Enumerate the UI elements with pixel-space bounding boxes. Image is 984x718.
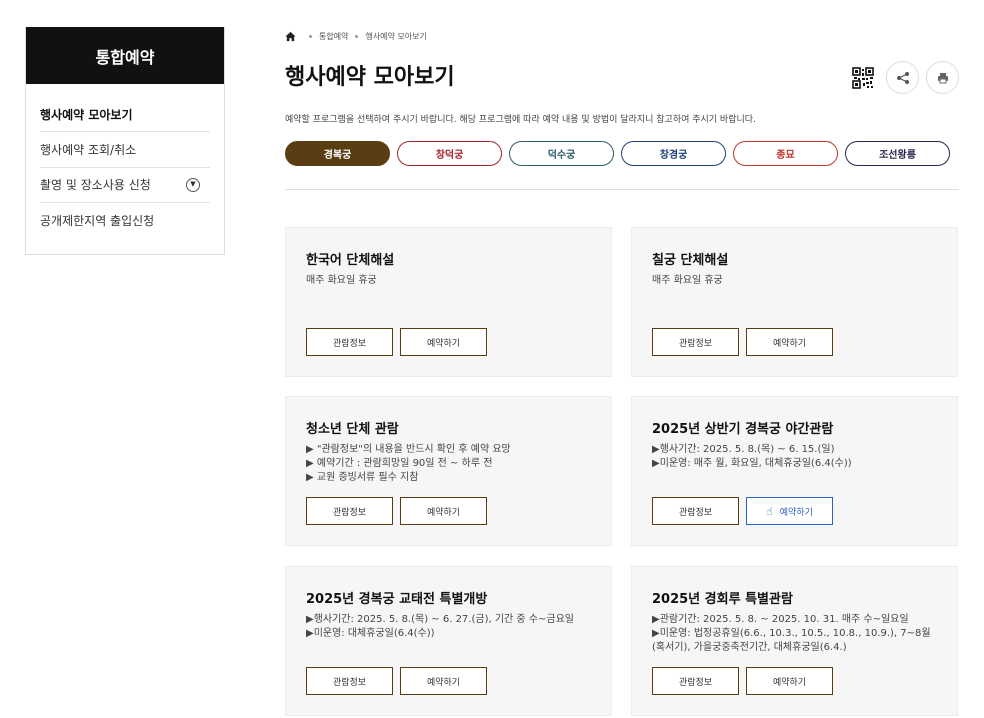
program-card: 칠궁 단체해설 매주 화요일 휴궁 관람정보 예약하기: [631, 227, 958, 377]
card-title: 한국어 단체해설: [306, 253, 395, 268]
breadcrumb-separator: [355, 34, 359, 38]
home-icon[interactable]: [285, 31, 296, 42]
sidebar-item-label: 행사예약 조회/취소: [40, 142, 137, 157]
title-row: 행사예약 모아보기: [285, 57, 959, 99]
info-button[interactable]: 관람정보: [652, 497, 739, 525]
sidebar-item-filming-request[interactable]: 촬영 및 장소사용 신청 ▼: [40, 168, 210, 203]
program-card: 2025년 상반기 경복궁 야간관람 ▶행사기간: 2025. 5. 8.(목)…: [631, 396, 958, 546]
breadcrumb: 통합예약 행사예약 모아보기: [285, 27, 959, 45]
chevron-down-icon[interactable]: ▼: [186, 177, 200, 192]
card-description: ▶관람기간: 2025. 5. 8. ~ 2025. 10. 31. 매주 수~…: [652, 613, 943, 655]
card-title: 2025년 경복궁 교태전 특별개방: [306, 592, 488, 607]
reserve-button[interactable]: 예약하기: [746, 667, 833, 695]
sidebar-item-reservation-lookup[interactable]: 행사예약 조회/취소: [40, 132, 210, 168]
card-line: 매주 화요일 휴궁: [652, 275, 723, 286]
qr-code-button[interactable]: [846, 61, 879, 94]
program-card: 2025년 경복궁 교태전 특별개방 ▶행사기간: 2025. 5. 8.(목)…: [285, 566, 612, 716]
breadcrumb-item[interactable]: 행사예약 모아보기: [365, 31, 426, 42]
card-actions: 관람정보 예약하기: [306, 497, 487, 525]
card-actions: 관람정보 예약하기: [652, 328, 833, 356]
sidebar-menu: 행사예약 모아보기 행사예약 조회/취소 촬영 및 장소사용 신청 ▼ 공개제한…: [26, 97, 224, 239]
main-content: 통합예약 행사예약 모아보기 행사예약 모아보기 예약할 프로그램을 선택하여 …: [285, 27, 959, 716]
card-title: 칠궁 단체해설: [652, 253, 729, 268]
card-line: ▶미운영: 매주 월, 화요일, 대체휴궁일(6.4(수)): [652, 458, 852, 469]
program-card: 2025년 경회루 특별관람 ▶관람기간: 2025. 5. 8. ~ 2025…: [631, 566, 958, 716]
card-title: 2025년 경회루 특별관람: [652, 592, 793, 607]
reserve-button[interactable]: 예약하기: [400, 328, 487, 356]
qr-code-icon: [851, 66, 874, 89]
reserve-button[interactable]: 예약하기: [400, 667, 487, 695]
tab-royal-tombs[interactable]: 조선왕릉: [845, 141, 950, 166]
card-line: ▶ "관람정보"의 내용을 반드시 확인 후 예약 요망: [306, 444, 511, 455]
tab-jongmyo[interactable]: 종묘: [733, 141, 838, 166]
sidebar: 통합예약 행사예약 모아보기 행사예약 조회/취소 촬영 및 장소사용 신청 ▼…: [25, 27, 225, 255]
card-description: ▶행사기간: 2025. 5. 8.(목) ~ 6. 15.(일) ▶미운영: …: [652, 443, 943, 471]
card-description: ▶행사기간: 2025. 5. 8.(목) ~ 6. 27.(금), 기간 중 …: [306, 613, 597, 641]
info-button[interactable]: 관람정보: [306, 497, 393, 525]
card-actions: 관람정보 예약하기: [306, 328, 487, 356]
palace-tabs: 경복궁 창덕궁 덕수궁 창경궁 종묘 조선왕릉: [285, 141, 959, 167]
card-title: 청소년 단체 관람: [306, 422, 399, 437]
sidebar-title: 통합예약: [26, 27, 224, 84]
breadcrumb-separator: [309, 34, 312, 38]
tab-changdeokgung[interactable]: 창덕궁: [397, 141, 502, 166]
tab-gyeongbokgung[interactable]: 경복궁: [285, 141, 390, 166]
reserve-button[interactable]: 예약하기: [746, 328, 833, 356]
print-button[interactable]: [926, 61, 959, 94]
card-actions: 관람정보 예약하기: [652, 667, 833, 695]
card-description: 매주 화요일 휴궁: [652, 274, 943, 288]
card-line: ▶ 교원 증빙서류 필수 지참: [306, 472, 419, 483]
sidebar-item-label: 행사예약 모아보기: [40, 107, 133, 122]
share-icon: [896, 71, 909, 84]
card-line: ▶미운영: 대체휴궁일(6.4(수)): [306, 628, 435, 639]
info-button[interactable]: 관람정보: [306, 328, 393, 356]
page-description: 예약할 프로그램을 선택하여 주시기 바랍니다. 해당 프로그램에 따라 예약 …: [285, 115, 756, 125]
breadcrumb-item[interactable]: 통합예약: [319, 31, 348, 42]
divider: [285, 189, 959, 190]
sidebar-item-label: 촬영 및 장소사용 신청: [40, 178, 151, 193]
card-description: 매주 화요일 휴궁: [306, 274, 597, 288]
reserve-button[interactable]: ☝ 예약하기: [746, 497, 833, 525]
reserve-button-label: 예약하기: [779, 507, 813, 518]
reserve-button[interactable]: 예약하기: [400, 497, 487, 525]
program-card: 청소년 단체 관람 ▶ "관람정보"의 내용을 반드시 확인 후 예약 요망 ▶…: [285, 396, 612, 546]
card-actions: 관람정보 ☝ 예약하기: [652, 497, 833, 525]
card-line: ▶행사기간: 2025. 5. 8.(목) ~ 6. 27.(금), 기간 중 …: [306, 614, 574, 625]
sidebar-item-restricted-area[interactable]: 공개제한지역 출입신청: [40, 203, 210, 239]
sidebar-item-event-overview[interactable]: 행사예약 모아보기: [40, 97, 210, 132]
card-line: ▶ 예약기간 : 관람희망일 90일 전 ~ 하루 전: [306, 458, 493, 469]
share-button[interactable]: [886, 61, 919, 94]
info-button[interactable]: 관람정보: [652, 667, 739, 695]
card-line: ▶행사기간: 2025. 5. 8.(목) ~ 6. 15.(일): [652, 444, 835, 455]
pointer-hand-icon: ☝: [766, 504, 773, 518]
card-line: 매주 화요일 휴궁: [306, 275, 377, 286]
print-icon: [937, 72, 948, 83]
program-card: 한국어 단체해설 매주 화요일 휴궁 관람정보 예약하기: [285, 227, 612, 377]
page-tools: [846, 61, 959, 94]
card-title: 2025년 상반기 경복궁 야간관람: [652, 422, 834, 437]
tab-deoksugung[interactable]: 덕수궁: [509, 141, 614, 166]
sidebar-item-label: 공개제한지역 출입신청: [40, 214, 155, 229]
card-line: ▶미운영: 법정공휴일(6.6., 10.3., 10.5., 10.8., 1…: [652, 628, 931, 653]
tab-changgyeonggung[interactable]: 창경궁: [621, 141, 726, 166]
info-button[interactable]: 관람정보: [306, 667, 393, 695]
info-button[interactable]: 관람정보: [652, 328, 739, 356]
card-description: ▶ "관람정보"의 내용을 반드시 확인 후 예약 요망 ▶ 예약기간 : 관람…: [306, 443, 597, 485]
card-line: ▶관람기간: 2025. 5. 8. ~ 2025. 10. 31. 매주 수~…: [652, 614, 909, 625]
card-actions: 관람정보 예약하기: [306, 667, 487, 695]
